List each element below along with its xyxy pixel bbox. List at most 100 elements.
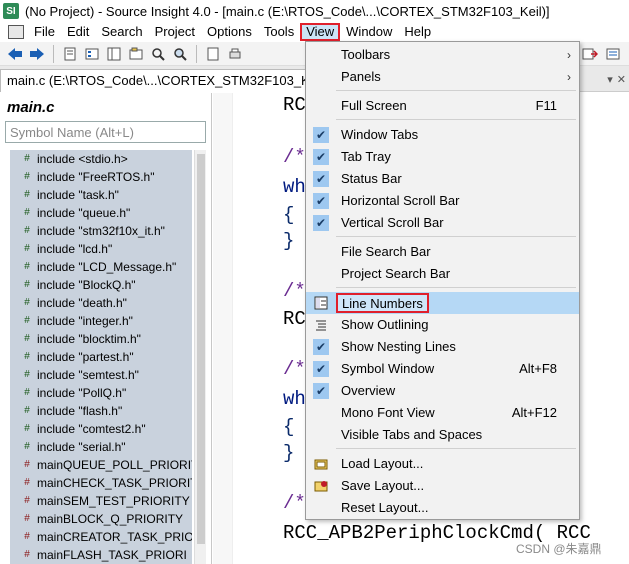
menu-item-label: Show Nesting Lines (341, 339, 456, 354)
symbol-label: include "partest.h" (37, 350, 134, 364)
file-tab-main-c[interactable]: main.c (E:\RTOS_Code\...\CORTEX_STM32F10… (0, 69, 335, 92)
symbol-list-item[interactable]: # include "lcd.h" (10, 240, 192, 258)
check-icon: ✔ (313, 339, 329, 355)
submenu-arrow-icon: › (567, 48, 571, 62)
menu-project[interactable]: Project (149, 23, 201, 41)
menu-item-label: Vertical Scroll Bar (341, 215, 444, 230)
toolbar-separator (196, 44, 197, 63)
symbol-list-item[interactable]: # include "stm32f10x_it.h" (10, 222, 192, 240)
menu-item-project-search-bar[interactable]: Project Search Bar (306, 263, 579, 285)
symbol-window-icon[interactable] (105, 45, 123, 63)
code-line: { (283, 204, 295, 226)
symbol-list-item[interactable]: # mainFLASH_TASK_PRIORI (10, 546, 192, 564)
menu-item-mono-font-view[interactable]: Mono Font View Alt+F12 (306, 402, 579, 424)
symbol-list-item[interactable]: # mainBLOCK_Q_PRIORITY (10, 510, 192, 528)
line-numbers-icon (313, 295, 329, 311)
menu-separator (336, 90, 576, 91)
menu-item-line-numbers[interactable]: Line Numbers (306, 292, 579, 314)
symbol-list-item[interactable]: # include "semtest.h" (10, 366, 192, 384)
symbol-label: include "task.h" (37, 188, 119, 202)
menu-item-symbol-window[interactable]: ✔ Symbol Window Alt+F8 (306, 358, 579, 380)
symbol-list-item[interactable]: # include "comtest2.h" (10, 420, 192, 438)
sync-icon[interactable] (604, 45, 624, 63)
menu-item-show-nesting-lines[interactable]: ✔ Show Nesting Lines (306, 336, 579, 358)
replace-icon[interactable] (171, 45, 189, 63)
symbol-list-item[interactable]: # include "queue.h" (10, 204, 192, 222)
symbol-list-item[interactable]: # include "integer.h" (10, 312, 192, 330)
menu-file[interactable]: File (28, 23, 61, 41)
menu-item-visible-tabs-and-spaces[interactable]: Visible Tabs and Spaces (306, 424, 579, 446)
menu-edit[interactable]: Edit (61, 23, 95, 41)
define-icon: # (24, 549, 30, 560)
menu-item-tab-tray[interactable]: ✔ Tab Tray (306, 146, 579, 168)
symbol-list-item[interactable]: # include "serial.h" (10, 438, 192, 456)
symbol-list-item[interactable]: # mainCHECK_TASK_PRIORITY (10, 474, 192, 492)
symbol-list-item[interactable]: # include "death.h" (10, 294, 192, 312)
include-icon: # (24, 153, 30, 164)
symbol-list-item[interactable]: # include <stdio.h> (10, 150, 192, 168)
submenu-arrow-icon: › (567, 70, 571, 84)
check-icon: ✔ (313, 361, 329, 377)
symbol-list-item[interactable]: # include "PollQ.h" (10, 384, 192, 402)
symbol-list-item[interactable]: # include "partest.h" (10, 348, 192, 366)
close-icon[interactable]: ✕ (617, 73, 626, 86)
symbol-list-item[interactable]: # include "FreeRTOS.h" (10, 168, 192, 186)
symbol-list-item[interactable]: # mainCREATOR_TASK_PRIO (10, 528, 192, 546)
back-arrow-icon[interactable] (6, 45, 24, 63)
menu-item-load-layout[interactable]: Load Layout... (306, 453, 579, 475)
menu-options[interactable]: Options (201, 23, 258, 41)
symbol-list-item[interactable]: # mainQUEUE_POLL_PRIORITY (10, 456, 192, 474)
symbol-list-item[interactable]: # include "flash.h" (10, 402, 192, 420)
menu-item-horizontal-scroll-bar[interactable]: ✔ Horizontal Scroll Bar (306, 190, 579, 212)
folder-open-icon (313, 456, 329, 472)
menu-window[interactable]: Window (340, 23, 398, 41)
menu-search[interactable]: Search (95, 23, 148, 41)
browse-icon[interactable] (127, 45, 145, 63)
include-icon: # (24, 315, 30, 326)
include-icon: # (24, 423, 30, 434)
tab-list-icon[interactable]: ▾ (607, 73, 613, 86)
menu-item-full-screen[interactable]: Full Screen F11 (306, 95, 579, 117)
tab-controls: ▾ ✕ (580, 69, 626, 89)
symbol-list-item[interactable]: # include "BlockQ.h" (10, 276, 192, 294)
forward-arrow-icon[interactable] (28, 45, 46, 63)
bookmark-icon[interactable] (61, 45, 79, 63)
menu-item-panels[interactable]: Panels › (306, 66, 579, 88)
menu-item-show-outlining[interactable]: Show Outlining (306, 314, 579, 336)
menu-item-file-search-bar[interactable]: File Search Bar (306, 241, 579, 263)
print-icon[interactable] (226, 45, 244, 63)
symbol-label: mainFLASH_TASK_PRIORI (37, 548, 187, 562)
symbol-label: include "LCD_Message.h" (37, 260, 177, 274)
symbol-list-item[interactable]: # include "task.h" (10, 186, 192, 204)
symbol-list-item[interactable]: # mainSEM_TEST_PRIORITY (10, 492, 192, 510)
watermark: CSDN @朱嘉鼎 (516, 542, 602, 556)
symbol-list-scrollbar[interactable] (194, 150, 206, 564)
menu-item-shortcut: Alt+F12 (511, 405, 557, 420)
menu-tools[interactable]: Tools (258, 23, 300, 41)
scrollbar-thumb[interactable] (197, 154, 205, 544)
menu-help[interactable]: Help (398, 23, 437, 41)
menu-item-toolbars[interactable]: Toolbars › (306, 44, 579, 66)
include-icon: # (24, 387, 30, 398)
list-icon[interactable] (83, 45, 101, 63)
menu-item-save-layout[interactable]: Save Layout... (306, 475, 579, 497)
menu-item-vertical-scroll-bar[interactable]: ✔ Vertical Scroll Bar (306, 212, 579, 234)
menu-separator (336, 119, 576, 120)
app-icon: SI (3, 3, 19, 19)
symbol-list-item[interactable]: # include "blocktim.h" (10, 330, 192, 348)
jump-icon[interactable] (580, 45, 600, 63)
page-icon[interactable] (204, 45, 222, 63)
menu-item-status-bar[interactable]: ✔ Status Bar (306, 168, 579, 190)
menu-view[interactable]: View (300, 23, 341, 41)
menu-separator (336, 236, 576, 237)
menu-item-overview[interactable]: ✔ Overview (306, 380, 579, 402)
symbol-list-item[interactable]: # include "LCD_Message.h" (10, 258, 192, 276)
system-menu-icon[interactable] (8, 25, 24, 39)
symbol-label: include "BlockQ.h" (37, 278, 136, 292)
menu-item-window-tabs[interactable]: ✔ Window Tabs (306, 124, 579, 146)
symbol-search-input[interactable] (5, 121, 206, 143)
menu-item-label: Project Search Bar (341, 266, 451, 281)
symbol-label: include "integer.h" (37, 314, 133, 328)
find-icon[interactable] (149, 45, 167, 63)
menu-item-reset-layout[interactable]: Reset Layout... (306, 497, 579, 519)
